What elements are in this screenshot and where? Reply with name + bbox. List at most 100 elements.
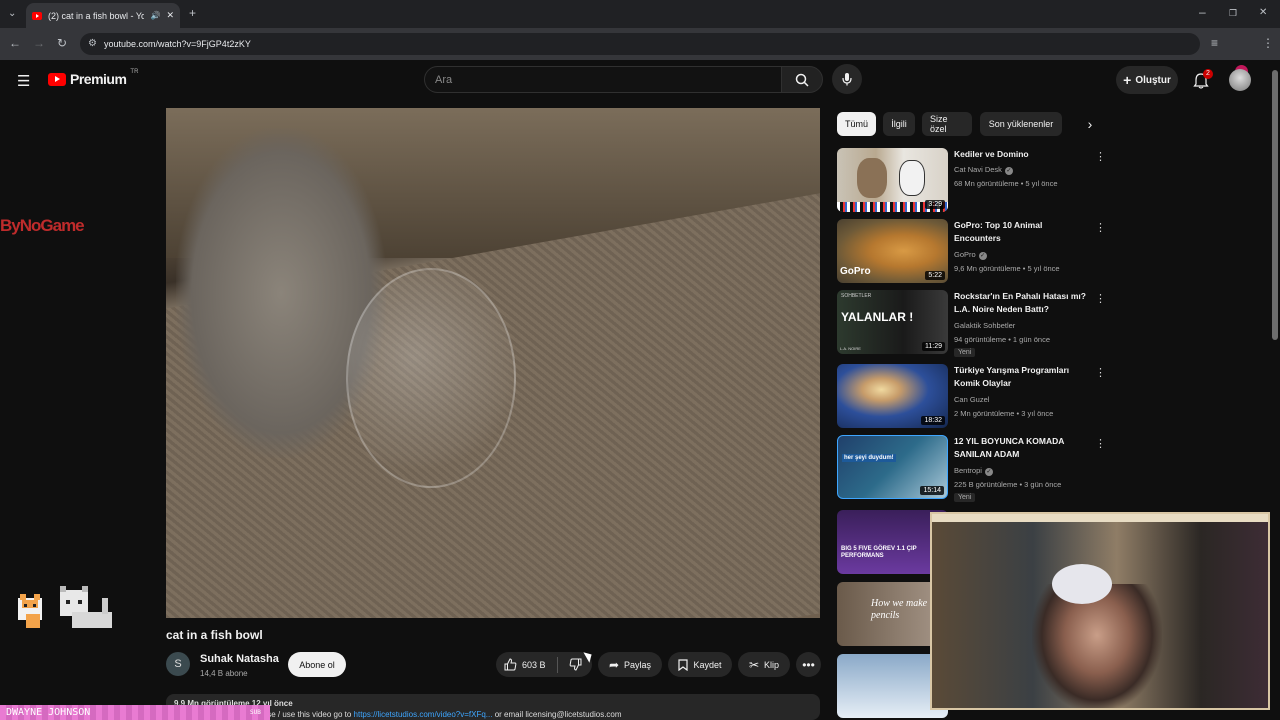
recommendation-title[interactable]: Kediler ve Domino — [954, 148, 1090, 161]
logo-region: TR — [130, 69, 139, 75]
like-count: 603 B — [522, 659, 546, 670]
window-close-icon[interactable]: ✕ — [1259, 7, 1267, 19]
webcam-hat — [1052, 564, 1112, 604]
recommendation-title[interactable]: 12 YIL BOYUNCA KOMADA SANILAN ADAM — [954, 435, 1090, 461]
dislike-button[interactable] — [569, 658, 582, 671]
microphone-icon — [842, 73, 852, 86]
create-button[interactable]: + Oluştur — [1116, 66, 1178, 94]
recommendation-thumbnail[interactable]: GoPro 5:22 — [837, 219, 948, 283]
thumbnail-text: BIG 5 FIVE GÖREV 1.1 ÇIP PERFORMANS — [841, 546, 917, 559]
recommendation-thumbnail[interactable]: 3:29 — [837, 148, 948, 212]
recommendation-item[interactable]: GoPro 5:22 GoPro: Top 10 Animal Encounte… — [837, 219, 1107, 285]
more-actions-button[interactable]: ••• — [796, 652, 821, 677]
voice-search-button[interactable] — [832, 64, 862, 94]
recommendation-item[interactable]: her şeyi duydum! 15:14 12 YIL BOYUNCA KO… — [837, 435, 1107, 502]
youtube-favicon-icon — [32, 11, 42, 20]
page-scrollbar[interactable] — [1272, 70, 1278, 340]
recommendation-channel[interactable]: Bentropi ✓ — [954, 466, 993, 476]
speaker-icon[interactable]: 🔊 — [150, 11, 160, 20]
new-badge: Yeni — [954, 348, 976, 357]
recommendation-title[interactable]: GoPro: Top 10 Animal Encounters — [954, 219, 1090, 245]
tab-title: (2) cat in a fish bowl - YouTube — [48, 10, 145, 21]
recommendation-thumbnail[interactable]: her şeyi duydum! 15:14 — [837, 435, 948, 499]
webcam-person — [1032, 584, 1162, 708]
notification-badge: 2 — [1203, 69, 1213, 79]
streamer-logo-overlay: ByNoGame — [0, 216, 85, 235]
search-placeholder: Ara — [435, 73, 453, 86]
chip-all[interactable]: Tümü — [837, 112, 876, 136]
video-player[interactable] — [166, 108, 820, 618]
browser-tab-bar: ⌄ (2) cat in a fish bowl - YouTube 🔊 ✕ +… — [0, 0, 1280, 28]
like-button[interactable]: 603 B — [504, 658, 546, 671]
channel-avatar[interactable]: S — [166, 652, 190, 676]
thumbnail-text: her şeyi duydum! — [842, 454, 896, 462]
tab-search-icon[interactable]: ⌄ — [8, 8, 16, 20]
like-dislike-group: 603 B — [496, 652, 592, 677]
reload-icon[interactable]: ↻ — [57, 37, 67, 49]
recommendation-channel[interactable]: Cat Navi Desk ✓ — [954, 165, 1013, 175]
recommendation-meta: 2 Mn görüntüleme • 3 yıl önce — [954, 409, 1054, 418]
chip-for-you[interactable]: Size özel — [922, 112, 972, 136]
video-duration: 11:29 — [922, 342, 945, 351]
new-badge: Yeni — [954, 493, 976, 502]
browser-tab[interactable]: (2) cat in a fish bowl - YouTube 🔊 ✕ — [26, 3, 180, 28]
youtube-logo[interactable]: Premium TR — [48, 69, 139, 87]
more-vertical-icon[interactable]: ⋮ — [1095, 221, 1106, 234]
subscribe-button[interactable]: Abone ol — [288, 652, 346, 677]
video-duration: 18:32 — [921, 416, 945, 425]
thumbnail-text: YALANLAR ! — [841, 310, 914, 324]
share-button[interactable]: ➦ Paylaş — [598, 652, 662, 677]
more-vertical-icon[interactable]: ⋮ — [1095, 292, 1106, 305]
youtube-play-icon — [48, 72, 66, 86]
address-bar[interactable]: ⚙ youtube.com/watch?v=9FjGP4t2zKY — [80, 33, 1200, 55]
recommendation-channel[interactable]: Can Guzel — [954, 395, 989, 404]
verified-icon: ✓ — [978, 252, 987, 260]
recommendation-channel[interactable]: Galaktik Sohbetler — [954, 321, 1015, 330]
chip-related[interactable]: İlgili — [883, 112, 915, 136]
tab-close-icon[interactable]: ✕ — [166, 10, 174, 21]
recommendation-item[interactable]: 3:29 Kediler ve Domino Cat Navi Desk ✓ 68… — [837, 148, 1107, 214]
channel-name[interactable]: Suhak Natasha — [200, 653, 279, 665]
save-button[interactable]: Kaydet — [668, 652, 732, 677]
search-input[interactable]: Ara — [424, 66, 782, 93]
channel-subscriber-count: 14,4 B abone — [200, 669, 248, 678]
recommendation-meta: 68 Mn görüntüleme • 5 yıl önce — [954, 179, 1058, 188]
recommendation-title[interactable]: Rockstar'ın En Pahalı Hatası mı? L.A. No… — [954, 290, 1090, 316]
media-control-icon[interactable]: ≡ — [1211, 37, 1218, 49]
restore-icon[interactable]: ❐ — [1229, 7, 1237, 19]
site-info-icon[interactable]: ⚙ — [88, 38, 97, 49]
more-vertical-icon[interactable]: ⋮ — [1095, 437, 1106, 450]
minimize-icon[interactable]: – — [1199, 6, 1206, 18]
new-tab-icon[interactable]: + — [189, 7, 196, 19]
thumbnail-text: GoPro — [840, 266, 871, 277]
video-duration: 5:22 — [925, 271, 945, 280]
hamburger-menu-icon[interactable]: ☰ — [17, 72, 30, 90]
account-avatar[interactable] — [1229, 69, 1251, 91]
recommendation-title[interactable]: Türkiye Yarışma Programları Komik Olayla… — [954, 364, 1090, 390]
share-label: Paylaş — [624, 659, 652, 670]
more-vertical-icon[interactable]: ⋮ — [1095, 366, 1106, 379]
forward-icon[interactable]: → — [33, 37, 45, 49]
chip-recently-uploaded[interactable]: Son yüklenenler — [980, 112, 1062, 136]
url-text: youtube.com/watch?v=9FjGP4t2zKY — [104, 39, 251, 49]
thumbnail-text: SOHBETLER — [841, 293, 872, 299]
recommendation-item[interactable]: SOHBETLER YALANLAR ! L.A. NOIRE 11:29 Ro… — [837, 290, 1107, 357]
thumbs-up-icon — [504, 658, 517, 671]
description-link[interactable]: https://licetstudios.com/video?v=fXFq... — [354, 710, 493, 719]
menu-dots-icon[interactable]: ⋮ — [1262, 37, 1274, 49]
recommendation-thumbnail[interactable]: 18:32 — [837, 364, 948, 428]
pixel-cats-overlay — [18, 586, 112, 628]
recommendation-channel[interactable]: GoPro ✓ — [954, 250, 987, 260]
more-vertical-icon[interactable]: ⋮ — [1095, 150, 1106, 163]
clip-button[interactable]: ✂ Klip — [738, 652, 790, 677]
chips-next-button[interactable]: › — [1078, 112, 1102, 136]
logo-text: Premium — [70, 71, 127, 87]
recommendation-item[interactable]: 18:32 Türkiye Yarışma Programları Komik … — [837, 364, 1107, 430]
search-icon — [795, 73, 809, 87]
webcam-frame-bar — [932, 514, 1268, 522]
search-button[interactable] — [781, 66, 823, 93]
back-icon[interactable]: ← — [9, 37, 21, 49]
notifications-button[interactable]: 2 — [1192, 69, 1213, 91]
gray-pixel-cat-icon — [60, 586, 112, 628]
recommendation-thumbnail[interactable]: SOHBETLER YALANLAR ! L.A. NOIRE 11:29 — [837, 290, 948, 354]
